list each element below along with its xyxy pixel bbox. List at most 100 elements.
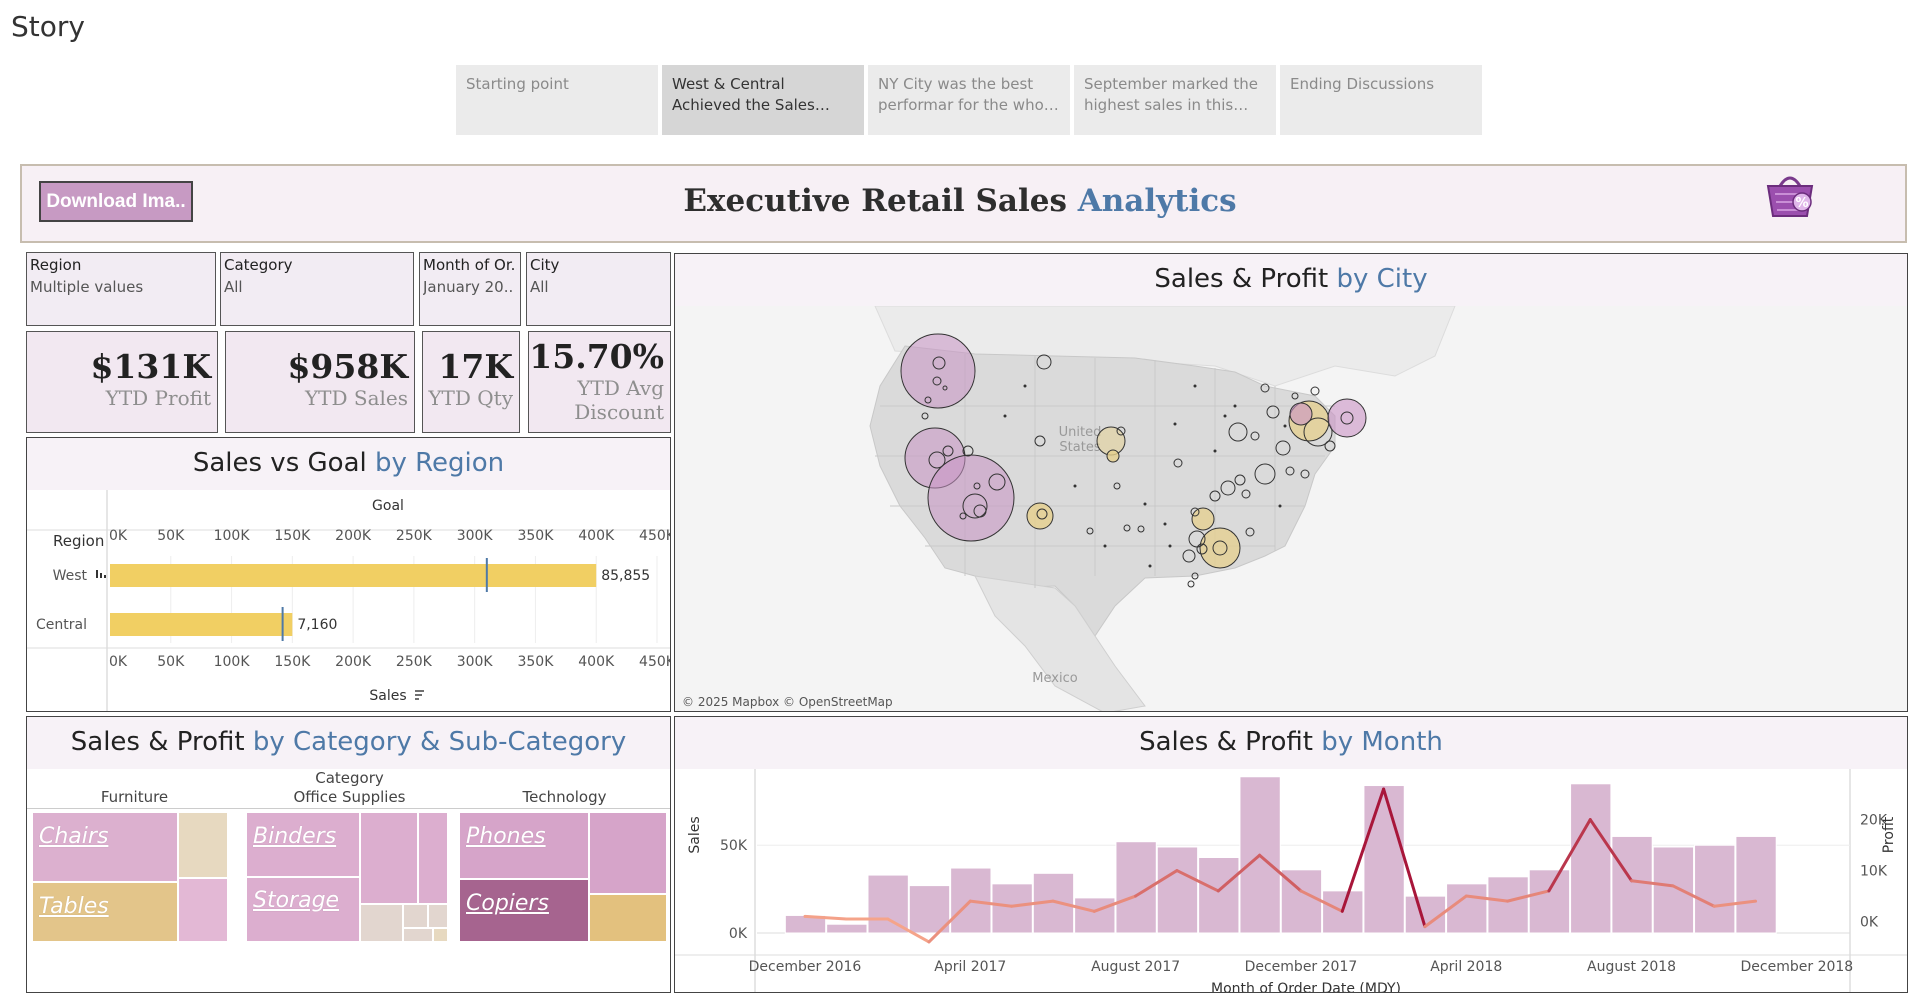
sales-tick-label: 400K <box>578 654 615 670</box>
sales-profit-by-month-chart[interactable]: 0K50K0K10K20KSales ProfitDecember 2016 Apr… <box>675 717 1908 993</box>
sales-tick-label: 250K <box>396 654 433 670</box>
category-treemap[interactable] <box>27 717 671 993</box>
city-dot <box>1283 424 1287 428</box>
sales-bar <box>826 923 868 934</box>
sales-tick-label: 0K <box>109 654 128 670</box>
month-tick-label: December 2016 <box>749 959 862 975</box>
city-dot <box>1278 504 1282 508</box>
story-tab-label: NY City was the best performar for the w… <box>878 75 1058 114</box>
panel-title-accent: by City <box>1336 264 1428 294</box>
sales-vs-goal-panel: Sales vs Goal by Region Goal Region Sale… <box>26 437 671 712</box>
filter-category[interactable]: Category All <box>220 252 414 326</box>
story-tab-starting-point[interactable]: Starting point <box>456 65 658 135</box>
kpi-caption: YTD Sales <box>304 386 408 410</box>
treemap-cell <box>359 811 419 905</box>
sales-tick-label: 50K <box>720 838 748 854</box>
kpi-ytd-qty: 17K YTD Qty <box>422 331 520 433</box>
goal-tick-label: 200K <box>335 528 372 544</box>
sales-bar <box>1570 783 1612 934</box>
sales-bar <box>1735 835 1777 934</box>
story-tab-ending[interactable]: Ending Discussions <box>1280 65 1482 135</box>
sort-icon[interactable] <box>415 690 424 700</box>
month-tick-label: December 2017 <box>1245 959 1358 975</box>
story-tab-west-central[interactable]: West & Central Achieved the Sales Target… <box>662 65 864 135</box>
filter-month-of-order[interactable]: Month of Or.. January 20.. <box>419 252 521 326</box>
filter-city[interactable]: City All <box>526 252 671 326</box>
goal-tick-label: 400K <box>578 528 615 544</box>
sales-axis-title: Sales <box>687 816 703 853</box>
sales-tick-label: 350K <box>517 654 554 670</box>
sales-tick-label: 300K <box>457 654 494 670</box>
kpi-caption-line2: Discount <box>574 400 664 424</box>
data-label: 7,160 <box>297 617 337 633</box>
treemap-cell <box>402 927 434 943</box>
dashboard-title: Executive Retail Sales Analytics <box>0 183 1920 219</box>
kpi-value: 17K <box>438 347 513 386</box>
svg-text:%: % <box>1795 196 1808 211</box>
city-dot <box>1163 522 1167 526</box>
treemap-label-chairs[interactable]: Chairs <box>39 824 108 849</box>
treemap-label-phones[interactable]: Phones <box>466 824 546 849</box>
sales-bar <box>110 564 597 587</box>
city-dot <box>1233 404 1237 408</box>
shopping-basket-percent-icon: % <box>1762 168 1818 224</box>
treemap-cell <box>588 893 668 943</box>
sales-bar <box>1156 846 1199 934</box>
treemap-cell <box>432 927 449 943</box>
city-circle <box>900 333 976 409</box>
story-tab-september[interactable]: September marked the highest sales in th… <box>1074 65 1276 135</box>
city-circle <box>1106 449 1120 463</box>
city-circle <box>1191 507 1215 531</box>
kpi-ytd-avg-discount: 15.70% YTD Avg Discount <box>528 331 671 433</box>
sales-bar <box>1528 869 1571 934</box>
city-dot <box>1173 422 1177 426</box>
month-axis-title: Month of Order Date (MDY) <box>1211 981 1401 993</box>
region-row-header: Region <box>53 532 104 550</box>
month-tick-label: August 2017 <box>1091 959 1180 975</box>
map-label-united: United <box>1059 425 1102 440</box>
city-map[interactable]: United States Mexico © 2025 Mapbox © Ope… <box>675 306 1908 712</box>
city-dot <box>1143 502 1147 506</box>
kpi-ytd-profit: $131K YTD Profit <box>26 331 218 433</box>
story-tab-ny-city[interactable]: NY City was the best performar for the w… <box>868 65 1070 135</box>
kpi-value: $958K <box>287 347 408 386</box>
kpi-caption: YTD Qty <box>428 386 513 410</box>
treemap-cell <box>402 903 429 929</box>
filter-value: All <box>224 278 243 296</box>
treemap-label-copiers[interactable]: Copiers <box>466 891 549 916</box>
sales-profit-by-city-panel: Sales & Profit by City United States Mex… <box>674 253 1908 712</box>
profit-tick-label: 10K <box>1860 864 1888 880</box>
treemap-cell <box>359 903 404 943</box>
sales-bar <box>1074 897 1116 934</box>
city-dot <box>1193 384 1197 388</box>
city-dot <box>1168 544 1172 548</box>
region-label: West <box>53 568 88 584</box>
treemap-label-binders[interactable]: Binders <box>253 824 336 849</box>
kpi-caption-line1: YTD Avg <box>577 376 664 400</box>
filter-label: City <box>530 256 560 274</box>
filter-value: All <box>530 278 549 296</box>
city-circle <box>927 454 1015 542</box>
goal-tick-label: 450K <box>639 528 671 544</box>
city-dot <box>1023 384 1027 388</box>
treemap-label-storage[interactable]: Storage <box>253 888 339 913</box>
sales-axis-title: Sales <box>369 688 406 704</box>
panel-title-main: Sales & Profit <box>1154 264 1329 294</box>
kpi-caption: YTD Profit <box>105 386 211 410</box>
map-label-mexico: Mexico <box>1032 671 1077 686</box>
sales-vs-goal-chart[interactable]: Goal Region Sales 0K 0K 50K 50K 100K 100K 150K… <box>27 438 671 712</box>
month-tick-label: April 2017 <box>934 959 1006 975</box>
sales-bar <box>1446 883 1488 934</box>
treemap-cell <box>427 903 449 929</box>
city-dot <box>1213 449 1217 453</box>
sales-bar <box>1652 846 1695 934</box>
goal-tick-label: 150K <box>274 528 311 544</box>
treemap-label-tables[interactable]: Tables <box>39 894 109 919</box>
treemap-cell <box>177 877 229 943</box>
goal-tick-label: 100K <box>214 528 251 544</box>
kpi-value: $131K <box>90 347 211 386</box>
treemap-cell <box>588 811 668 895</box>
filter-region[interactable]: Region Multiple values <box>26 252 216 326</box>
sales-bar <box>110 613 293 636</box>
month-tick-label: April 2018 <box>1430 959 1502 975</box>
